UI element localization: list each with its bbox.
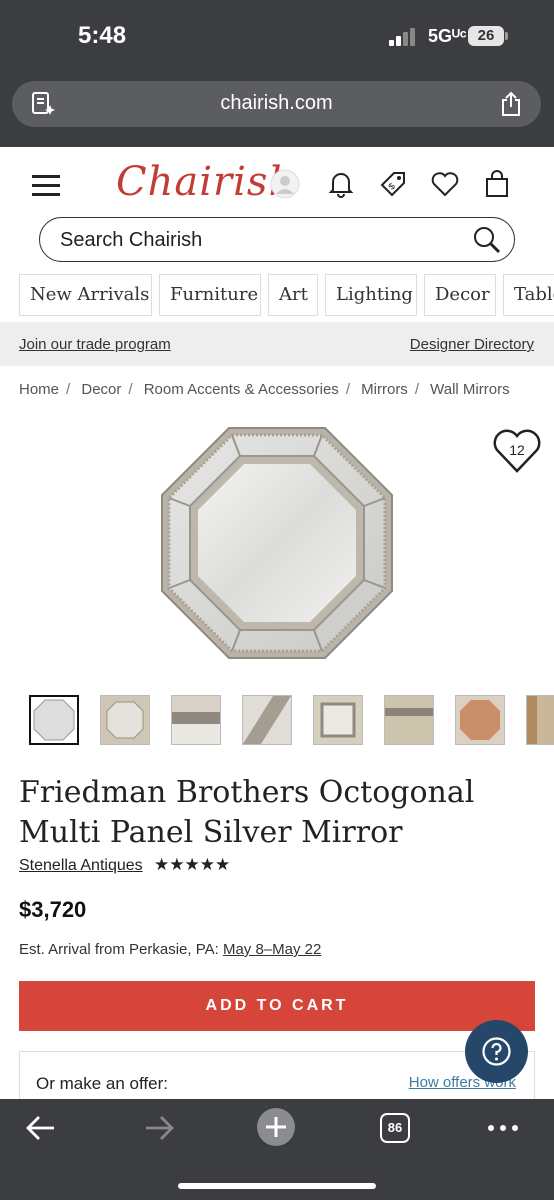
home-indicator [178, 1183, 376, 1189]
arrival-prefix: Est. Arrival from Perkasie, PA: [19, 941, 219, 958]
forward-icon[interactable] [142, 1111, 176, 1145]
help-button[interactable] [465, 1020, 528, 1083]
favorite-button[interactable]: 12 [493, 428, 541, 474]
new-tab-icon[interactable] [256, 1107, 296, 1147]
breadcrumb: Home / Decor / Room Accents & Accessories /… [19, 381, 510, 398]
site-header: Chairish $ Search Chairish New Arrivals … [0, 147, 554, 322]
status-time: 5:48 [78, 22, 127, 49]
thumbnail-2[interactable] [100, 695, 150, 745]
arrival-dates-link[interactable]: May 8–May 22 [223, 941, 321, 958]
battery-icon: 26 [468, 26, 504, 46]
thumbnail-8[interactable] [526, 695, 554, 745]
browser-top-bar: 5:48 5Gᵁᶜ 26 chairish.com [0, 0, 554, 147]
offer-label: Or make an offer: [36, 1074, 168, 1093]
trade-program-link[interactable]: Join our trade program [19, 336, 171, 353]
chairish-logo[interactable]: Chairish [116, 159, 295, 205]
heart-icon[interactable] [430, 169, 460, 199]
breadcrumb-room-accents[interactable]: Room Accents & Accessories [144, 381, 339, 398]
more-icon[interactable] [486, 1111, 520, 1145]
browser-toolbar: 86 [0, 1099, 554, 1200]
favorite-count: 12 [509, 442, 525, 458]
search-placeholder: Search Chairish [60, 229, 203, 251]
tabs-button[interactable]: 86 [380, 1113, 410, 1143]
add-to-cart-button[interactable]: ADD TO CART [19, 981, 535, 1031]
back-icon[interactable] [24, 1111, 58, 1145]
breadcrumb-decor[interactable]: Decor [81, 381, 121, 398]
thumbnail-strip [29, 695, 554, 745]
nav-lighting[interactable]: Lighting [325, 274, 417, 316]
seller-rating: ★★★★★ [154, 855, 231, 874]
breadcrumb-wall-mirrors[interactable]: Wall Mirrors [430, 381, 509, 398]
breadcrumb-mirrors[interactable]: Mirrors [361, 381, 408, 398]
thumbnail-7[interactable] [455, 695, 505, 745]
bell-icon[interactable] [326, 169, 356, 199]
thumbnail-5[interactable] [313, 695, 363, 745]
battery-tip [505, 32, 508, 40]
nav-art[interactable]: Art [268, 274, 318, 316]
network-label: 5Gᵁᶜ [428, 26, 467, 46]
search-icon[interactable] [472, 225, 502, 255]
nav-furniture[interactable]: Furniture [159, 274, 261, 316]
account-icon[interactable] [270, 169, 300, 199]
product-main-image[interactable] [160, 426, 394, 660]
cart-icon[interactable] [482, 169, 512, 199]
tag-icon[interactable]: $ [378, 169, 408, 199]
thumbnail-6[interactable] [384, 695, 434, 745]
breadcrumb-home[interactable]: Home [19, 381, 59, 398]
designer-directory-link[interactable]: Designer Directory [410, 336, 534, 353]
nav-decor[interactable]: Decor [424, 274, 496, 316]
url-text[interactable]: chairish.com [12, 92, 541, 115]
share-icon[interactable] [499, 91, 523, 117]
trade-bar: Join our trade program Designer Director… [0, 322, 554, 366]
thumbnail-3[interactable] [171, 695, 221, 745]
nav-new-arrivals[interactable]: New Arrivals [19, 274, 152, 316]
address-bar[interactable]: chairish.com [12, 81, 541, 127]
product-price: $3,720 [19, 897, 87, 922]
product-title: Friedman Brothers Octogonal Multi Panel … [19, 775, 475, 850]
seller-link[interactable]: Stenella Antiques [19, 857, 143, 875]
signal-icon [389, 28, 419, 46]
search-input[interactable]: Search Chairish [39, 217, 515, 262]
help-icon [482, 1037, 511, 1066]
nav-table[interactable]: Table [503, 274, 554, 316]
thumbnail-4[interactable] [242, 695, 292, 745]
menu-icon[interactable] [32, 175, 60, 197]
estimated-arrival: Est. Arrival from Perkasie, PA: May 8–Ma… [19, 941, 321, 958]
offer-box: Or make an offer: How offers work [19, 1051, 535, 1101]
thumbnail-1[interactable] [29, 695, 79, 745]
